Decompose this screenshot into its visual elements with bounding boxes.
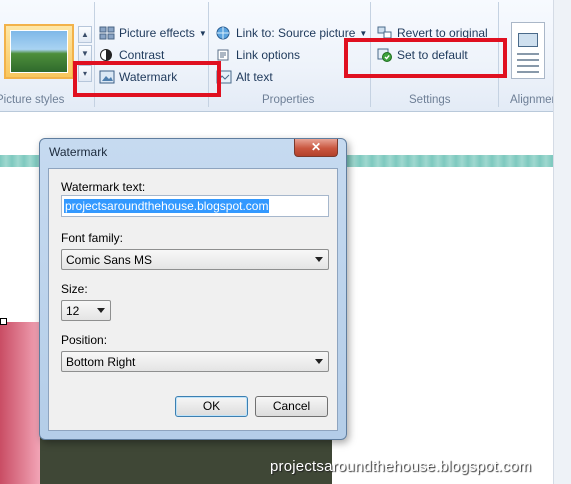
- style-scroll-down-button[interactable]: ▼: [78, 45, 92, 62]
- watermark-text-input[interactable]: projectsaroundthehouse.blogspot.com: [61, 195, 329, 217]
- position-select[interactable]: Bottom Right: [61, 351, 329, 372]
- font-family-value: Comic Sans MS: [66, 253, 153, 267]
- dialog-title: Watermark: [49, 145, 108, 159]
- vertical-scrollbar[interactable]: [553, 0, 571, 484]
- alignment-button[interactable]: [511, 22, 545, 79]
- chevron-down-icon: [97, 308, 105, 313]
- close-icon[interactable]: ✕: [294, 139, 338, 157]
- chevron-down-icon: ▼: [359, 28, 368, 38]
- resize-handle[interactable]: [0, 318, 7, 325]
- globe-link-icon: [216, 26, 232, 40]
- ribbon-divider: [498, 2, 499, 107]
- watermark-label: Watermark: [119, 70, 178, 84]
- set-to-default-button[interactable]: Set to default: [377, 48, 468, 62]
- ribbon: ▲ ▼ ▾ Picture effects ▼ Contrast Waterma…: [0, 0, 571, 112]
- alignment-line: [517, 59, 539, 61]
- picture-effects-button[interactable]: Picture effects ▼: [99, 26, 207, 40]
- link-options-icon: [216, 48, 232, 62]
- ok-button[interactable]: OK: [175, 396, 248, 417]
- link-options-label: Link options: [236, 48, 301, 62]
- chevron-down-icon: [315, 257, 323, 262]
- group-label-properties: Properties: [262, 94, 315, 106]
- group-label-settings: Settings: [409, 94, 451, 106]
- revert-to-original-button[interactable]: Revert to original: [377, 26, 488, 40]
- ribbon-divider: [208, 2, 209, 107]
- set-default-label: Set to default: [397, 48, 468, 62]
- alignment-line: [517, 71, 539, 73]
- landscape-thumbnail-image: [10, 30, 68, 73]
- position-value: Bottom Right: [66, 355, 136, 369]
- chevron-down-icon: ▼: [198, 28, 207, 38]
- font-family-label: Font family:: [61, 231, 124, 245]
- revert-icon: [377, 26, 393, 40]
- picture-effects-label: Picture effects: [119, 26, 195, 40]
- revert-label: Revert to original: [397, 26, 488, 40]
- watermark-button[interactable]: Watermark: [99, 70, 177, 84]
- alt-text-icon: [216, 70, 232, 84]
- watermark-dialog: Watermark ✕ Watermark text: projectsarou…: [39, 138, 347, 440]
- font-family-select[interactable]: Comic Sans MS: [61, 249, 329, 270]
- link-to-label: Link to: Source picture: [236, 26, 356, 40]
- contrast-icon: [99, 48, 115, 62]
- ribbon-divider: [94, 2, 95, 107]
- chevron-down-icon: [315, 359, 323, 364]
- ribbon-divider: [370, 2, 371, 107]
- alignment-line: [517, 65, 539, 67]
- group-label-picture-styles: Picture styles: [0, 94, 65, 106]
- style-expand-button[interactable]: ▾: [78, 65, 92, 82]
- style-scroll-up-button[interactable]: ▲: [78, 26, 92, 43]
- link-to-dropdown[interactable]: Link to: Source picture ▼: [216, 26, 367, 40]
- watermark-text-value: projectsaroundthehouse.blogspot.com: [64, 199, 270, 213]
- watermark-icon: [99, 70, 115, 84]
- link-options-button[interactable]: Link options: [216, 48, 300, 62]
- watermark-text-label: Watermark text:: [61, 180, 146, 194]
- alignment-image-icon: [518, 33, 538, 47]
- cancel-button[interactable]: Cancel: [255, 396, 328, 417]
- set-default-check-icon: [377, 48, 393, 62]
- contrast-label: Contrast: [119, 48, 165, 62]
- contrast-button[interactable]: Contrast: [99, 48, 164, 62]
- alignment-line: [517, 53, 539, 55]
- picture-style-thumbnail[interactable]: [4, 24, 74, 79]
- position-label: Position:: [61, 333, 108, 347]
- picture-effects-icon: [99, 26, 115, 40]
- size-select[interactable]: 12: [61, 300, 111, 321]
- dialog-body: Watermark text: projectsaroundthehouse.b…: [48, 168, 338, 431]
- size-label: Size:: [61, 282, 88, 296]
- alt-text-label: Alt text: [236, 70, 273, 84]
- size-value: 12: [66, 304, 80, 318]
- alt-text-button[interactable]: Alt text: [216, 70, 273, 84]
- image-watermark-text: projectsaroundthehouse.blogspot.com: [270, 458, 532, 475]
